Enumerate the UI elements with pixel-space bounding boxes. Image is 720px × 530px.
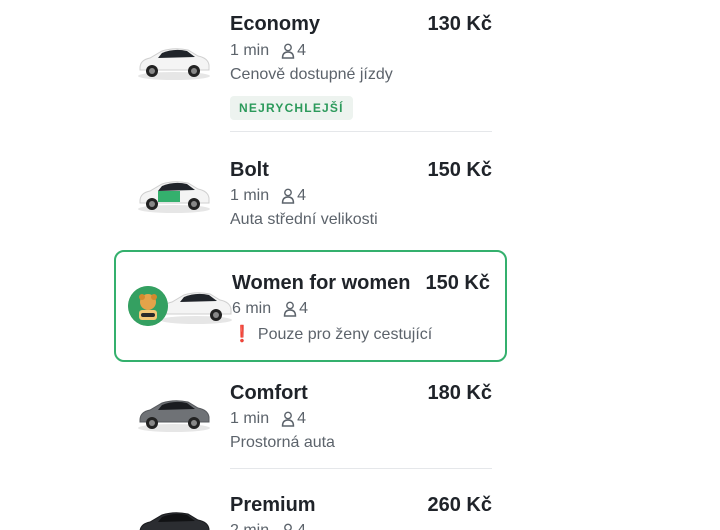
ride-description: ❗ Pouze pro ženy cestující	[232, 324, 432, 344]
ride-eta: 1 min	[230, 42, 270, 59]
divider	[230, 131, 492, 132]
ride-seats: 4	[297, 42, 307, 59]
ride-eta: 6 min	[232, 300, 272, 317]
ride-name: Premium	[230, 494, 316, 516]
ride-name: Women for women	[232, 272, 411, 294]
person-icon	[281, 43, 295, 59]
person-icon	[284, 523, 293, 530]
ride-description: Auta střední velikosti	[230, 211, 378, 228]
person-icon	[283, 301, 297, 317]
ride-description-text: Pouze pro ženy cestující	[257, 326, 433, 343]
ride-seats: 4	[297, 522, 306, 530]
car-economy-icon	[138, 48, 210, 80]
ride-seats: 4	[297, 187, 307, 204]
ride-option-women-for-women[interactable]: Women for women 150 Kč 6 min 4 ❗ Pouze pr…	[114, 250, 507, 362]
ride-option-bolt[interactable]: Bolt 150 Kč 1 min 4 Auta střední velikos…	[114, 145, 507, 245]
ride-meta: 1 min 4	[230, 187, 306, 205]
ride-name: Bolt	[230, 159, 269, 181]
ride-eta: 1 min	[230, 410, 270, 427]
car-premium-icon	[139, 512, 210, 530]
ride-name: Economy	[230, 13, 321, 35]
warning-icon: ❗	[232, 326, 252, 343]
ride-meta: 2 min 4	[230, 522, 306, 530]
ride-seats: 4	[297, 410, 307, 427]
ride-option-comfort[interactable]: Comfort 180 Kč 1 min 4 Prostorná auta	[114, 368, 507, 470]
ride-price: 180 Kč	[427, 382, 493, 404]
ride-option-premium[interactable]: Premium 260 Kč 2 min 4	[114, 480, 507, 530]
ride-description: Prostorná auta	[230, 434, 335, 451]
ride-description: Cenově dostupné jízdy	[230, 66, 393, 83]
person-icon	[281, 411, 295, 427]
divider	[230, 468, 492, 469]
car-comfort-icon	[138, 400, 210, 432]
ride-price: 260 Kč	[427, 494, 493, 516]
ride-price: 130 Kč	[427, 13, 493, 35]
ride-eta: 1 min	[230, 187, 270, 204]
ride-eta: 2 min	[230, 522, 269, 530]
driver-avatar-icon	[128, 286, 168, 326]
ride-meta: 6 min 4	[232, 300, 308, 318]
ride-option-economy[interactable]: Economy 130 Kč 1 min 4 Cenově dostupné j…	[114, 0, 507, 133]
person-icon	[281, 188, 295, 204]
ride-price: 150 Kč	[427, 159, 493, 181]
ride-meta: 1 min 4	[230, 42, 306, 60]
fastest-badge: NEJRYCHLEJŠÍ	[230, 96, 353, 120]
ride-options-list: Economy 130 Kč 1 min 4 Cenově dostupné j…	[0, 0, 720, 530]
car-women-icon	[160, 292, 232, 324]
car-bolt-icon	[138, 181, 210, 213]
ride-seats: 4	[299, 300, 309, 317]
ride-meta: 1 min 4	[230, 410, 306, 428]
ride-price: 150 Kč	[425, 272, 491, 294]
ride-name: Comfort	[230, 382, 308, 404]
